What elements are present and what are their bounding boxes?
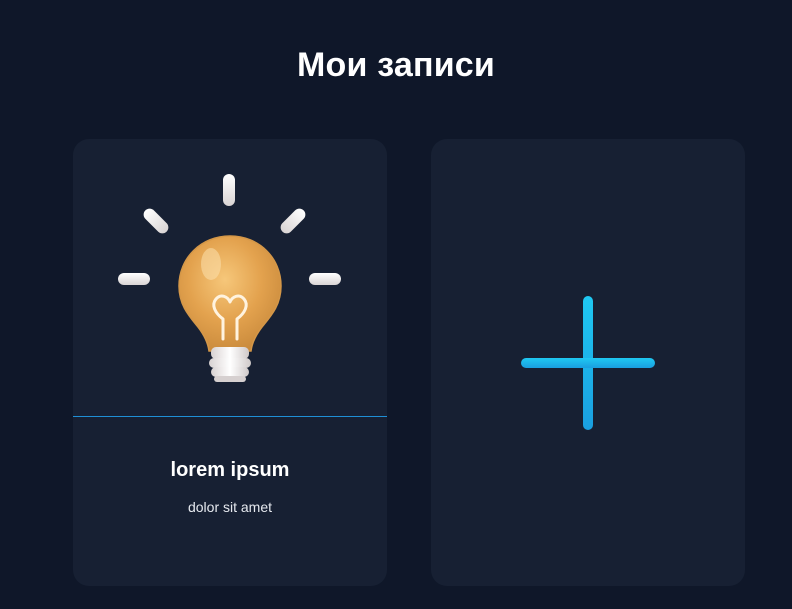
notes-page: Мои записи lorem ipsum dolor sit amet <box>0 0 792 609</box>
note-card-image <box>73 139 387 416</box>
plus-icon <box>521 296 655 430</box>
note-title: lorem ipsum <box>170 459 290 481</box>
note-card[interactable]: lorem ipsum dolor sit amet <box>73 139 387 586</box>
note-subtitle: dolor sit amet <box>187 499 273 515</box>
bulb-base <box>209 347 251 382</box>
page-title: Мои записи <box>296 46 496 84</box>
card-divider <box>73 416 387 417</box>
add-note-button[interactable] <box>431 139 745 586</box>
lightbulb-icon <box>118 174 341 382</box>
